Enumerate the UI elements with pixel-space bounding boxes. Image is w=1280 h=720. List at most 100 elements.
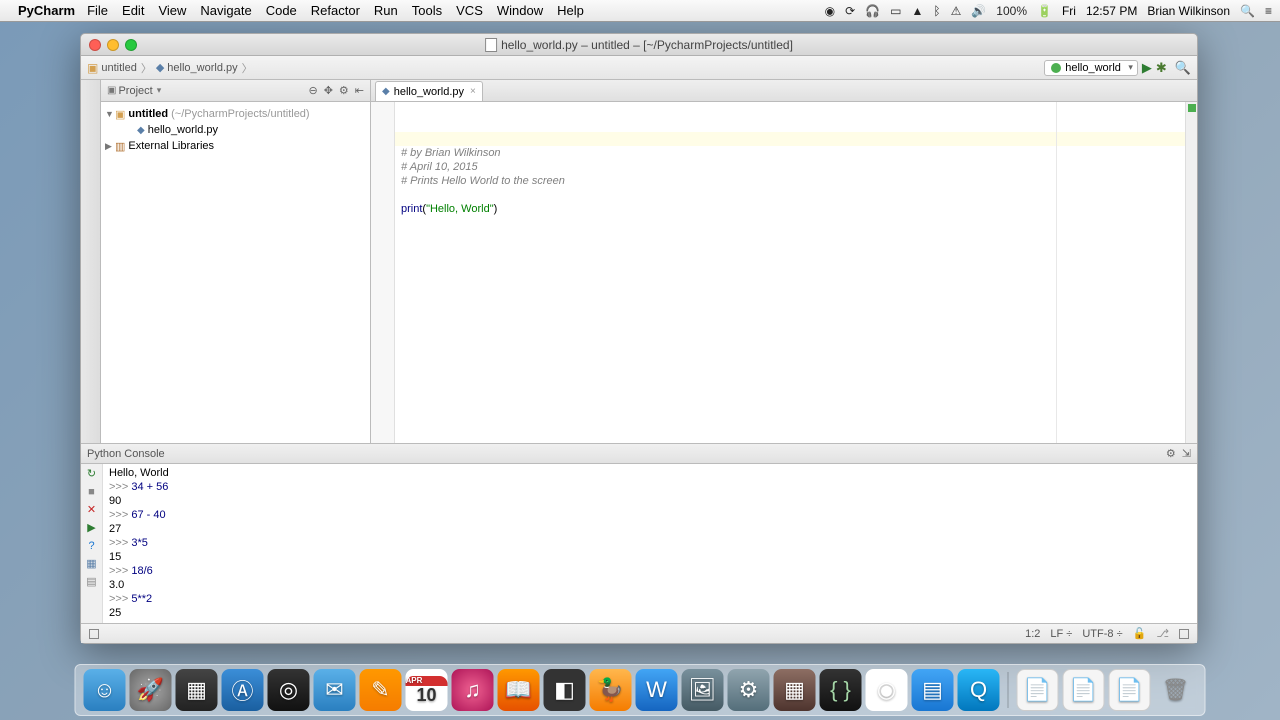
dock-calendar[interactable]: APR 10 bbox=[406, 669, 448, 711]
wifi-icon[interactable]: ⚠ bbox=[951, 4, 962, 18]
debug-button[interactable]: ✱ bbox=[1156, 60, 1167, 76]
code-editor[interactable]: # hello_world.py # by Brian Wilkinson # … bbox=[371, 102, 1197, 443]
zoom-window-button[interactable] bbox=[125, 39, 137, 51]
editor-gutter[interactable] bbox=[371, 102, 395, 443]
settings-icon[interactable]: ⚙ bbox=[339, 84, 349, 97]
menu-run[interactable]: Run bbox=[374, 3, 398, 18]
headphones-icon[interactable]: 🎧 bbox=[865, 4, 880, 18]
sync-icon[interactable]: ⟳ bbox=[845, 4, 855, 18]
disclosure-triangle-icon[interactable]: ▼ bbox=[105, 109, 115, 119]
breadcrumb-root[interactable]: ▣ untitled bbox=[87, 61, 137, 75]
console-output[interactable]: Hello, World >>> 34 + 56 90 >>> 67 - 40 … bbox=[103, 464, 1197, 623]
dock-appstore[interactable]: Ⓐ bbox=[222, 669, 264, 711]
menu-refactor[interactable]: Refactor bbox=[311, 3, 360, 18]
left-tool-window-bar[interactable] bbox=[81, 80, 101, 443]
window-titlebar[interactable]: hello_world.py – untitled – [~/PycharmPr… bbox=[81, 34, 1197, 56]
dock-launchpad[interactable]: 🚀 bbox=[130, 669, 172, 711]
menu-navigate[interactable]: Navigate bbox=[200, 3, 251, 18]
hector-icon[interactable] bbox=[1179, 629, 1189, 639]
console-hide-icon[interactable]: ⇲ bbox=[1182, 447, 1191, 460]
run-config-dropdown[interactable]: hello_world bbox=[1044, 60, 1138, 76]
git-icon[interactable]: ⎇ bbox=[1156, 627, 1169, 640]
menu-view[interactable]: View bbox=[158, 3, 186, 18]
dock-sysprefs[interactable]: ⚙ bbox=[728, 669, 770, 711]
volume-icon[interactable]: 🔊 bbox=[971, 4, 986, 18]
breadcrumb-file[interactable]: ◆ hello_world.py bbox=[156, 61, 238, 74]
dock-pycharm[interactable]: { } bbox=[820, 669, 862, 711]
execute-icon[interactable]: ▶ bbox=[85, 521, 99, 535]
dock-missioncontrol[interactable]: ▦ bbox=[176, 669, 218, 711]
dock-mail[interactable]: ✉ bbox=[314, 669, 356, 711]
record-icon[interactable]: ◉ bbox=[825, 4, 835, 18]
browse-history-icon[interactable]: ▤ bbox=[85, 575, 99, 589]
menu-file[interactable]: File bbox=[87, 3, 108, 18]
dock-photobooth[interactable]: ◎ bbox=[268, 669, 310, 711]
line-separator[interactable]: LF ÷ bbox=[1050, 628, 1072, 640]
notifications-icon[interactable]: ≡ bbox=[1265, 4, 1272, 18]
editor-tab-hello-world[interactable]: ◆ hello_world.py × bbox=[375, 81, 483, 101]
dock-document-1[interactable]: 📄 bbox=[1017, 669, 1059, 711]
dock-googledrive[interactable]: ▤ bbox=[912, 669, 954, 711]
rerun-icon[interactable]: ↻ bbox=[85, 467, 99, 481]
menubar-app-name[interactable]: PyCharm bbox=[18, 3, 75, 18]
stop-icon[interactable]: ■ bbox=[85, 485, 99, 499]
file-encoding[interactable]: UTF-8 ÷ bbox=[1082, 628, 1122, 640]
dock-word[interactable]: W bbox=[636, 669, 678, 711]
dock-pages[interactable]: ✎ bbox=[360, 669, 402, 711]
menubar-user[interactable]: Brian Wilkinson bbox=[1147, 4, 1230, 18]
readonly-toggle-icon[interactable]: 🔓 bbox=[1133, 627, 1147, 640]
search-everywhere-icon[interactable]: 🔍 bbox=[1175, 60, 1191, 76]
caret-position[interactable]: 1:2 bbox=[1025, 628, 1040, 640]
collapse-all-icon[interactable]: ⊖ bbox=[308, 84, 317, 97]
menubar-day[interactable]: Fri bbox=[1062, 4, 1076, 18]
tool-windows-toggle-icon[interactable] bbox=[89, 629, 99, 639]
project-view-icon: ▣ bbox=[107, 85, 116, 96]
menu-window[interactable]: Window bbox=[497, 3, 543, 18]
bluetooth-icon[interactable]: ᛒ bbox=[933, 4, 940, 18]
dock-preview[interactable]: 🖼 bbox=[682, 669, 724, 711]
tree-root-folder[interactable]: ▼ ▣ untitled (~/PycharmProjects/untitled… bbox=[101, 106, 370, 122]
show-vars-icon[interactable]: ▦ bbox=[85, 557, 99, 571]
console-settings-icon[interactable]: ⚙ bbox=[1166, 447, 1176, 460]
console-title[interactable]: Python Console bbox=[87, 448, 165, 460]
display-icon[interactable]: ▭ bbox=[890, 4, 901, 18]
menu-vcs[interactable]: VCS bbox=[456, 3, 483, 18]
airplay-icon[interactable]: ▲ bbox=[911, 4, 923, 18]
dock-itunes[interactable]: ♫ bbox=[452, 669, 494, 711]
project-panel-title[interactable]: Project bbox=[118, 85, 152, 97]
close-console-icon[interactable]: ✕ bbox=[85, 503, 99, 517]
error-stripe[interactable] bbox=[1185, 102, 1197, 443]
menubar-time[interactable]: 12:57 PM bbox=[1086, 4, 1137, 18]
dock-minecraft[interactable]: ▦ bbox=[774, 669, 816, 711]
dock-document-3[interactable]: 📄 bbox=[1109, 669, 1151, 711]
dock-finder[interactable]: ☺ bbox=[84, 669, 126, 711]
close-tab-icon[interactable]: × bbox=[470, 86, 476, 97]
menu-help[interactable]: Help bbox=[557, 3, 584, 18]
minimize-window-button[interactable] bbox=[107, 39, 119, 51]
help-icon[interactable]: ? bbox=[85, 539, 99, 553]
run-button[interactable]: ▶ bbox=[1142, 60, 1152, 76]
menu-edit[interactable]: Edit bbox=[122, 3, 144, 18]
tree-file-hello-world[interactable]: ◆ hello_world.py bbox=[101, 122, 370, 138]
dock-separator bbox=[1008, 672, 1009, 708]
disclosure-triangle-icon[interactable]: ▶ bbox=[105, 141, 115, 152]
dock-cyberduck[interactable]: 🦆 bbox=[590, 669, 632, 711]
spotlight-icon[interactable]: 🔍 bbox=[1240, 4, 1255, 18]
python-file-icon: ◆ bbox=[137, 125, 145, 136]
dock-adobe[interactable]: ◧ bbox=[544, 669, 586, 711]
battery-icon[interactable]: 🔋 bbox=[1037, 4, 1052, 18]
scroll-from-source-icon[interactable]: ✥ bbox=[324, 84, 333, 97]
tree-external-libraries[interactable]: ▶ ▥ External Libraries bbox=[101, 138, 370, 154]
dock-quicktime[interactable]: Q bbox=[958, 669, 1000, 711]
hide-panel-icon[interactable]: ⇤ bbox=[355, 84, 364, 97]
menu-code[interactable]: Code bbox=[266, 3, 297, 18]
close-window-button[interactable] bbox=[89, 39, 101, 51]
battery-text[interactable]: 100% bbox=[996, 4, 1027, 18]
dock-chrome[interactable]: ◉ bbox=[866, 669, 908, 711]
menu-tools[interactable]: Tools bbox=[412, 3, 442, 18]
dock-trash[interactable]: 🗑 bbox=[1155, 669, 1197, 711]
project-tool-window: ▣ Project ▾ ⊖ ✥ ⚙ ⇤ ▼ ▣ untitled (~/Pych… bbox=[101, 80, 371, 443]
dock-document-2[interactable]: 📄 bbox=[1063, 669, 1105, 711]
dock-ibooks[interactable]: 📖 bbox=[498, 669, 540, 711]
project-view-dropdown-icon[interactable]: ▾ bbox=[157, 85, 162, 96]
